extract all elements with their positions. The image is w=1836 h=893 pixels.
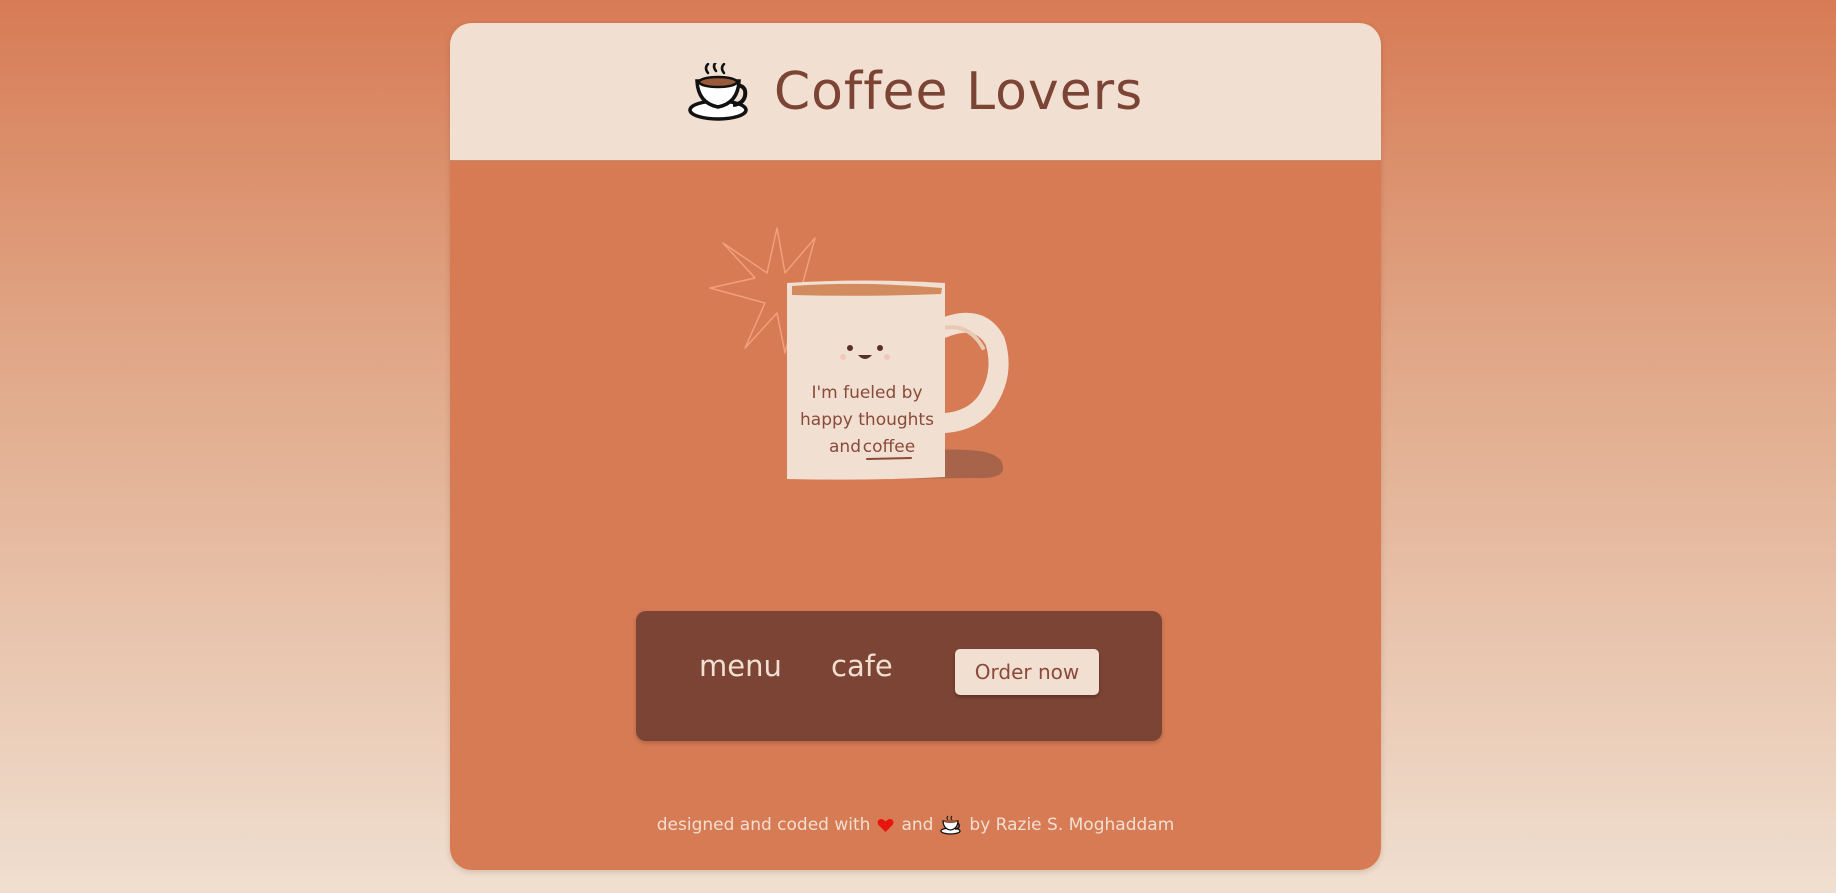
mug-underline bbox=[866, 457, 912, 460]
nav-bar: menu cafe Order now bbox=[636, 611, 1162, 741]
mug-line-4: coffee bbox=[863, 437, 915, 457]
order-now-button[interactable]: Order now bbox=[955, 649, 1099, 695]
site-footer: designed and coded with and by Razie S. … bbox=[450, 815, 1381, 835]
nav-link-cafe[interactable]: cafe bbox=[831, 650, 893, 683]
smiling-mug-illustration: I'm fueled by happy thoughts and coffee bbox=[709, 227, 1009, 480]
mug-line-3: and bbox=[829, 437, 861, 457]
mug-line-1: I'm fueled by bbox=[811, 383, 922, 403]
nav-link-menu[interactable]: menu bbox=[699, 650, 782, 683]
coffee-cup-icon bbox=[688, 62, 748, 121]
mug-handle bbox=[933, 312, 1009, 433]
mug-line-2: happy thoughts bbox=[800, 410, 934, 430]
main-card: Coffee Lovers I'm fueled by happy though… bbox=[450, 23, 1381, 870]
hero-section: I'm fueled by happy thoughts and coffee bbox=[450, 160, 1381, 540]
coffee-cup-icon bbox=[940, 815, 962, 835]
footer-text-2: and bbox=[901, 815, 934, 835]
site-header: Coffee Lovers bbox=[450, 23, 1381, 161]
heart-icon bbox=[878, 818, 894, 832]
footer-text-1: designed and coded with bbox=[656, 815, 871, 835]
footer-text-3: by Razie S. Moghaddam bbox=[969, 815, 1175, 835]
page-title: Coffee Lovers bbox=[773, 61, 1144, 122]
